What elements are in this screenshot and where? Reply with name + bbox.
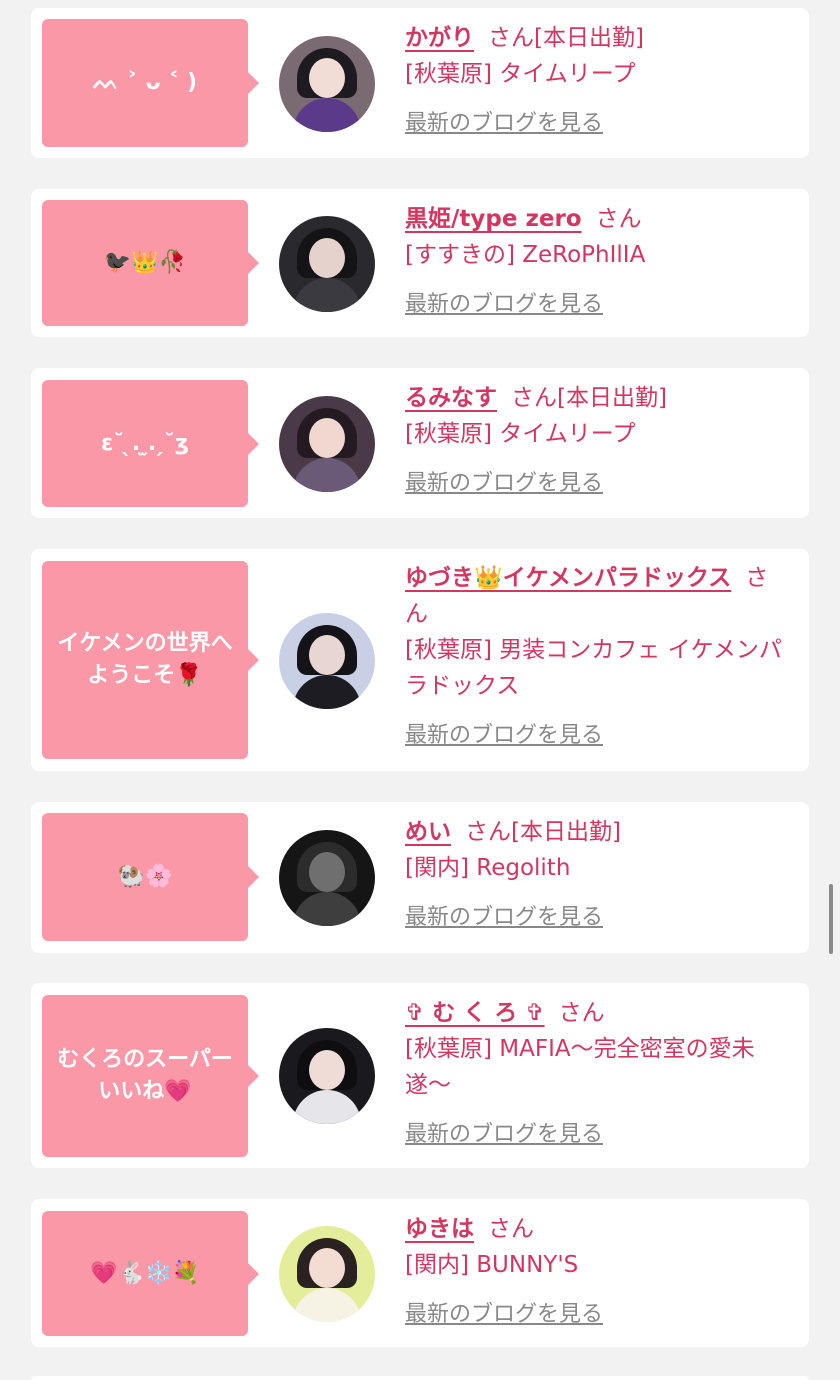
scrollbar-thumb[interactable] [829, 884, 833, 954]
message-text: イケメンの世界へ ようこそ🌹 [57, 631, 233, 688]
message-text: むくろのスーパー いいね💗 [57, 1047, 233, 1104]
item-info: 黒姫/type zero さん [すすきの] ZeRoPhIlIA 最新のブログを… [405, 201, 789, 323]
shop-label: [秋葉原] MAFIA〜完全密室の愛未遂〜 [405, 1036, 755, 1098]
message-bubble: むくろのスーパー いいね💗 [42, 995, 259, 1157]
name-suffix: さん[本日出勤] [511, 385, 667, 411]
list-item: イケメンの世界へ ようこそ🌹 ゆづき👑イケメンパラドックス さん [秋葉原] 男装… [31, 549, 809, 771]
shop-label: [関内] Regolith [405, 855, 571, 881]
message-bubble: イケメンの世界へ ようこそ🌹 [42, 561, 259, 759]
shop-label: [秋葉原] タイムリープ [405, 421, 636, 447]
avatar[interactable] [279, 36, 375, 132]
girl-name-link[interactable]: ゆづき👑イケメンパラドックス [405, 565, 731, 591]
girl-name-link[interactable]: ゆきは [405, 1216, 474, 1242]
list-item: 🐏🌸 めい さん[本日出勤] [関内] Regolith 最新のブログを見る [31, 802, 809, 953]
message-bubble: ε˘ ̖. ̫. ̗˘ʒ [42, 380, 259, 507]
latest-blog-link[interactable]: 最新のブログを見る [405, 1117, 603, 1153]
list-item: ε˘ ̖. ̫. ̗˘ʒ るみなす さん[本日出勤] [秋葉原] タイムリープ 最… [31, 368, 809, 518]
shop-label: [秋葉原] 男装コンカフェ イケメンパラドックス [405, 637, 782, 699]
item-info: ゆづき👑イケメンパラドックス さん [秋葉原] 男装コンカフェ イケメンパラドック… [405, 560, 789, 754]
name-suffix: さん [595, 206, 642, 232]
shop-label: [関内] BUNNY'S [405, 1252, 579, 1278]
list-item: むくろのスーパー いいね💗 ✞ む く ろ ✞ さん [秋葉原] MAFIA〜完全… [31, 983, 809, 1168]
list-item-partial [31, 1376, 809, 1380]
avatar[interactable] [279, 613, 375, 709]
name-suffix: さん [558, 1000, 605, 1026]
avatar[interactable] [279, 830, 375, 926]
avatar[interactable] [279, 1028, 375, 1124]
message-text: ᨓ ˃ ᴗ ˂ ) [92, 70, 198, 95]
avatar[interactable] [279, 1226, 375, 1322]
latest-blog-link[interactable]: 最新のブログを見る [405, 900, 603, 936]
latest-blog-link[interactable]: 最新のブログを見る [405, 466, 603, 502]
item-info: ✞ む く ろ ✞ さん [秋葉原] MAFIA〜完全密室の愛未遂〜 最新のブログ… [405, 995, 789, 1153]
shop-label: [すすきの] ZeRoPhIlIA [405, 242, 646, 268]
latest-blog-link[interactable]: 最新のブログを見る [405, 1297, 603, 1333]
avatar[interactable] [279, 216, 375, 312]
item-info: ゆきは さん [関内] BUNNY'S 最新のブログを見る [405, 1211, 789, 1333]
name-suffix: さん[本日出勤] [465, 819, 621, 845]
name-suffix: さん[本日出勤] [488, 25, 644, 51]
message-bubble: 💗🐇❄️💐 [42, 1211, 259, 1336]
list-item: 💗🐇❄️💐 ゆきは さん [関内] BUNNY'S 最新のブログを見る [31, 1199, 809, 1347]
latest-blog-link[interactable]: 最新のブログを見る [405, 718, 603, 754]
message-text: 🐦‍⬛👑🥀 [103, 250, 187, 275]
list-item: ᨓ ˃ ᴗ ˂ ) かがり さん[本日出勤] [秋葉原] タイムリープ 最新のブロ… [31, 8, 809, 158]
item-info: かがり さん[本日出勤] [秋葉原] タイムリープ 最新のブログを見る [405, 20, 789, 142]
message-text: ε˘ ̖. ̫. ̗˘ʒ [100, 430, 190, 456]
message-bubble: 🐏🌸 [42, 813, 259, 941]
latest-blog-link[interactable]: 最新のブログを見る [405, 287, 603, 323]
message-text: 🐏🌸 [117, 864, 173, 889]
avatar[interactable] [279, 396, 375, 492]
girl-name-link[interactable]: ✞ む く ろ ✞ [405, 1000, 545, 1026]
girl-name-link[interactable]: かがり [405, 25, 474, 51]
girl-name-link[interactable]: めい [405, 819, 451, 845]
girl-name-link[interactable]: 黒姫/type zero [405, 206, 582, 232]
name-suffix: さん [488, 1216, 534, 1242]
message-bubble: 🐦‍⬛👑🥀 [42, 200, 259, 326]
latest-blog-link[interactable]: 最新のブログを見る [405, 106, 603, 142]
list-item: 🐦‍⬛👑🥀 黒姫/type zero さん [すすきの] ZeRoPhIlIA 最… [31, 189, 809, 337]
message-bubble: ᨓ ˃ ᴗ ˂ ) [42, 19, 259, 147]
girl-name-link[interactable]: るみなす [405, 385, 497, 411]
message-text: 💗🐇❄️💐 [90, 1260, 200, 1286]
item-info: めい さん[本日出勤] [関内] Regolith 最新のブログを見る [405, 814, 789, 936]
shop-label: [秋葉原] タイムリープ [405, 61, 636, 87]
item-info: るみなす さん[本日出勤] [秋葉原] タイムリープ 最新のブログを見る [405, 380, 789, 502]
